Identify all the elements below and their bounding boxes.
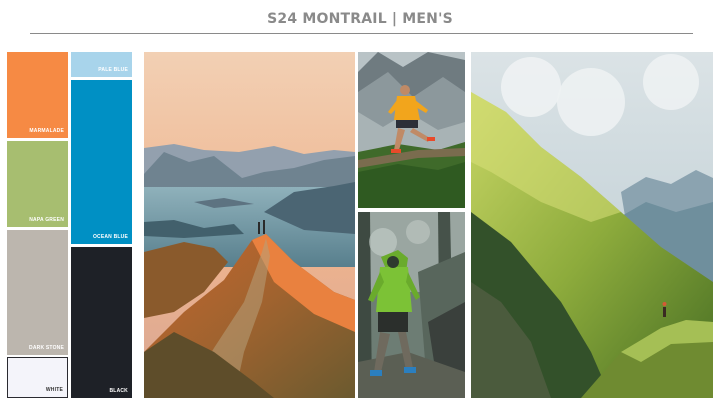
trail-runner-green-jacket-forest-photo bbox=[358, 212, 465, 398]
swatch-label: NAPA GREEN bbox=[29, 217, 64, 223]
swatch-label: WHITE bbox=[45, 387, 63, 393]
swatch-black: BLACK bbox=[71, 247, 132, 398]
swatch-dark-stone: DARK STONE bbox=[7, 230, 68, 355]
mountain-ridge-lake-sunset-photo bbox=[144, 52, 355, 398]
swatch-pale-blue: PALE BLUE bbox=[71, 52, 132, 77]
swatch-marmalade: MARMALADE bbox=[7, 52, 68, 138]
page-title: S24 MONTRAIL | MEN'S bbox=[267, 11, 453, 27]
swatch-white: WHITE bbox=[7, 357, 68, 398]
swatch-label: OCEAN BLUE bbox=[92, 234, 128, 240]
green-alpine-ridge-hiker-photo bbox=[471, 52, 713, 398]
swatch-label: BLACK bbox=[109, 388, 128, 394]
swatch-label: MARMALADE bbox=[29, 128, 64, 134]
swatch-napa-green: NAPA GREEN bbox=[7, 141, 68, 227]
swatch-label: PALE BLUE bbox=[98, 67, 128, 73]
trail-runner-orange-jacket-photo bbox=[358, 52, 465, 208]
swatch-ocean-blue: OCEAN BLUE bbox=[71, 80, 132, 244]
title-divider bbox=[30, 33, 693, 34]
swatch-label: DARK STONE bbox=[29, 345, 64, 351]
